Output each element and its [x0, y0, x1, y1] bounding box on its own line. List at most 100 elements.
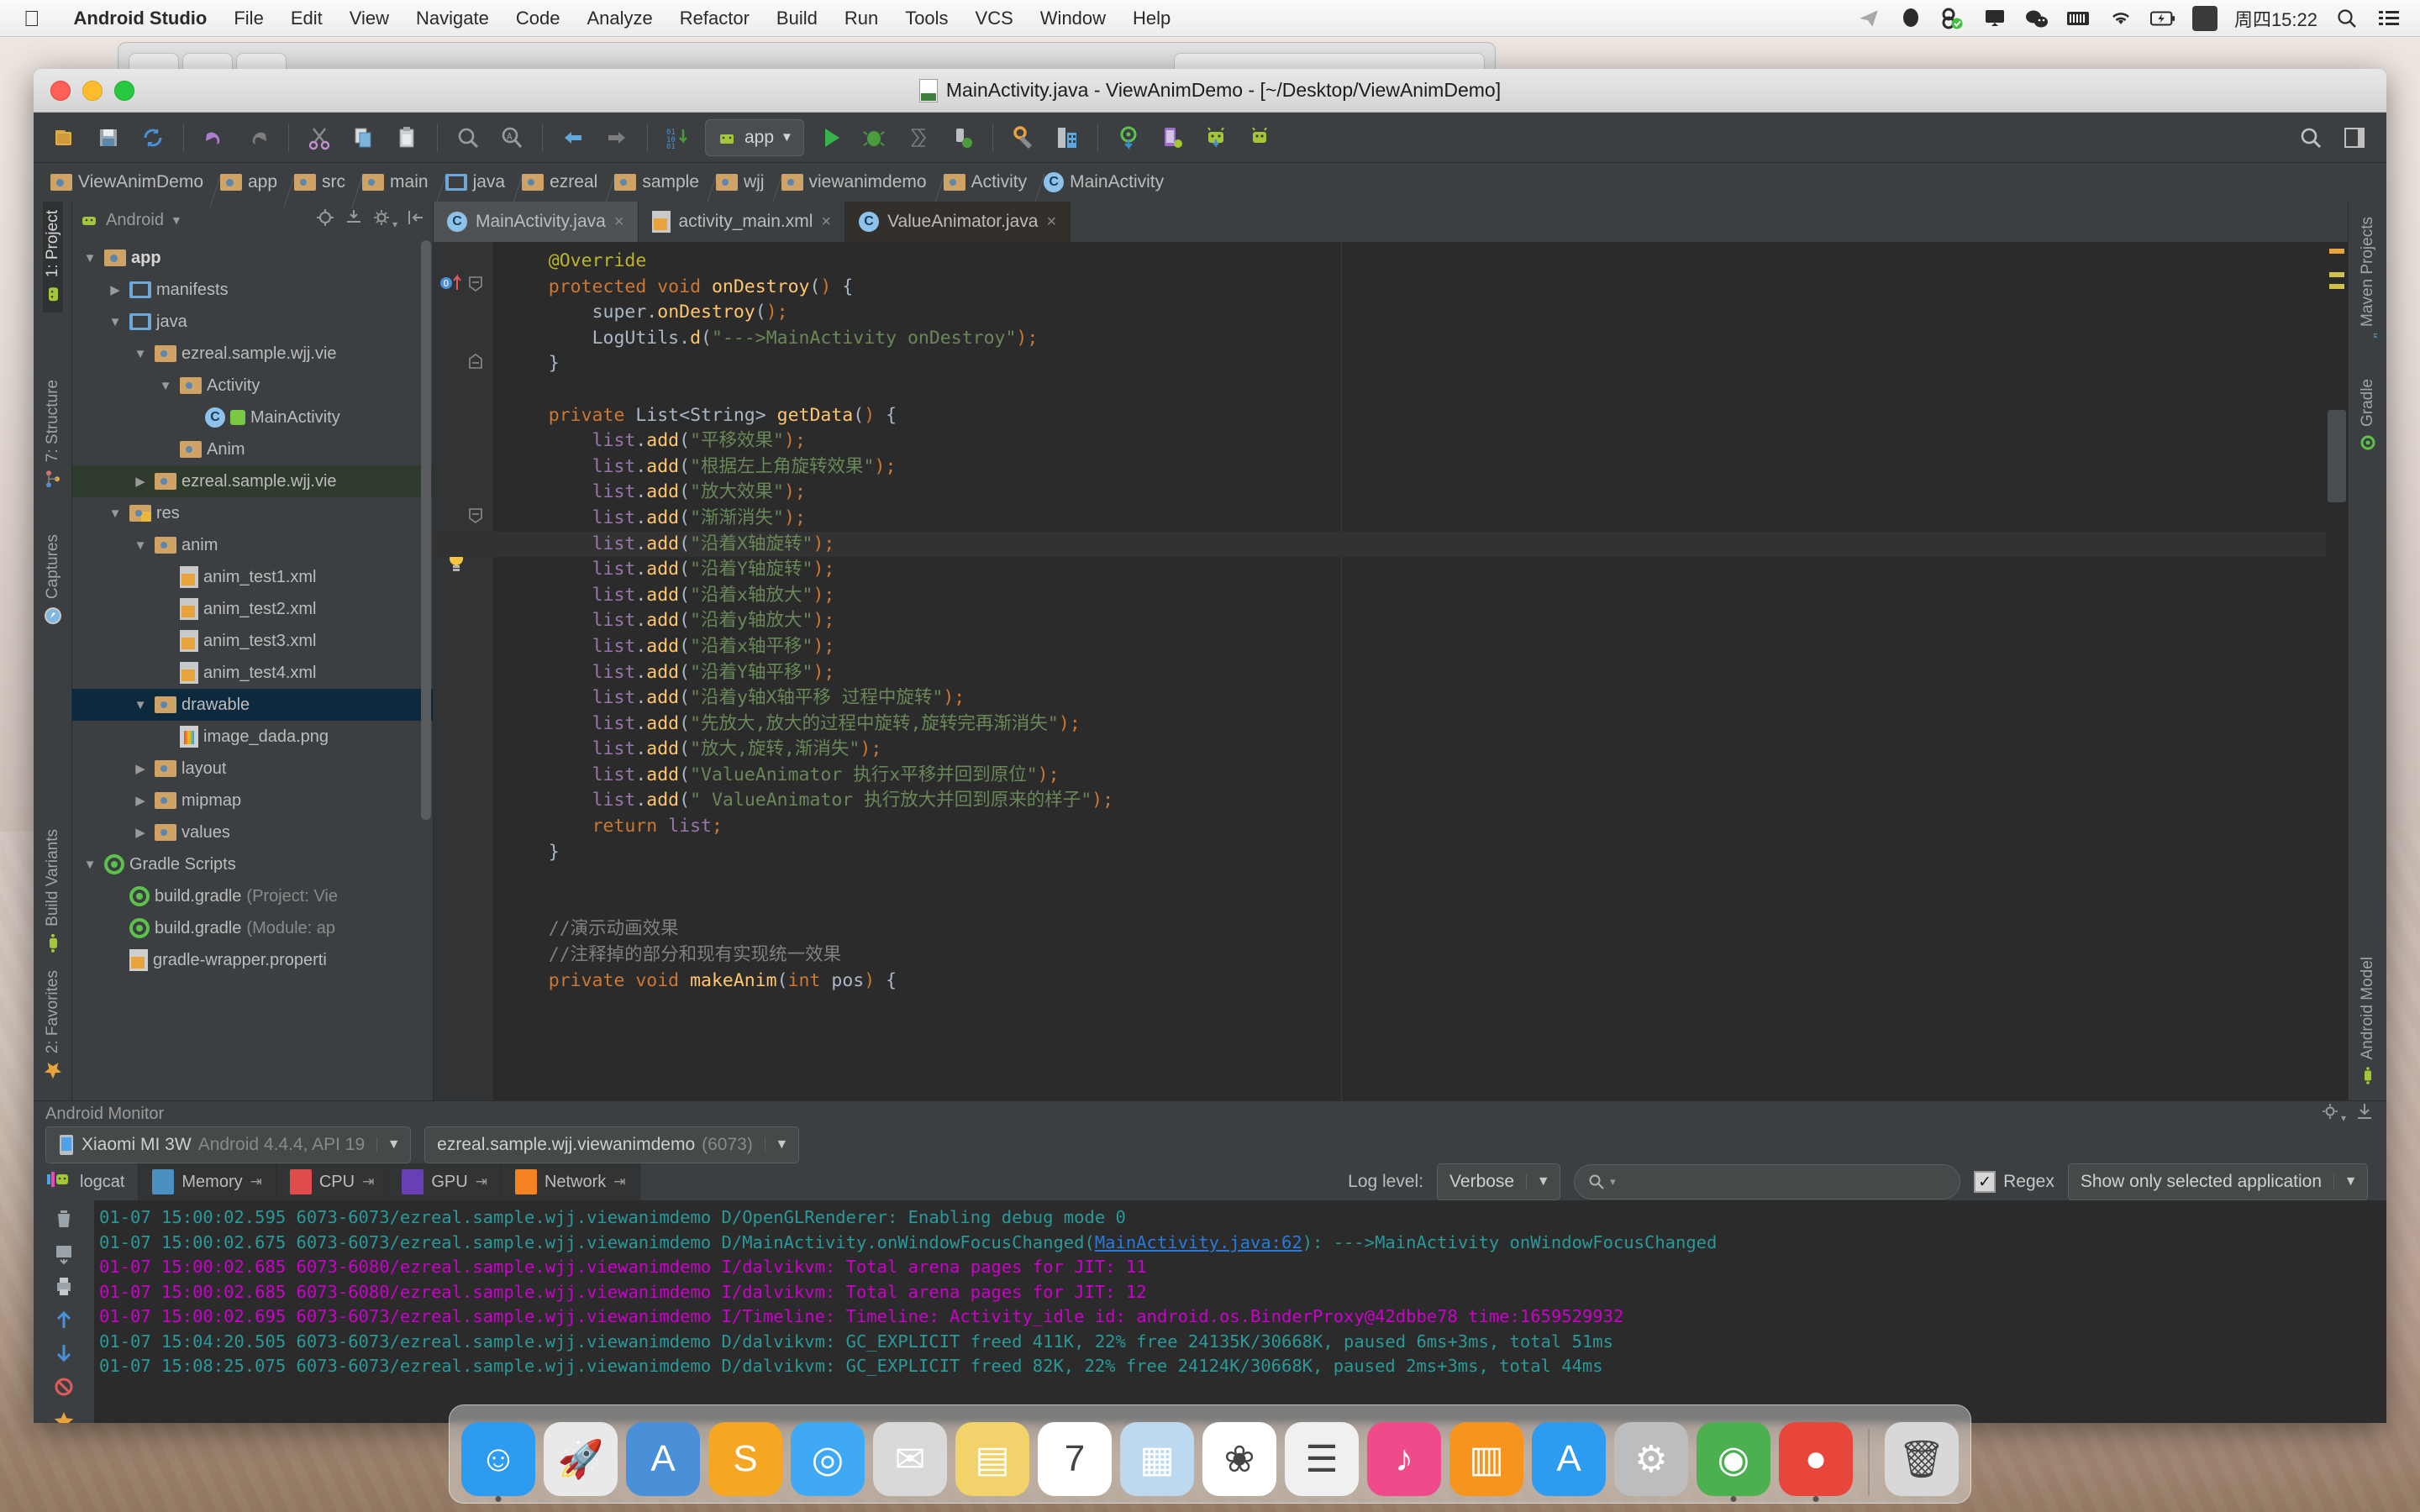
wifi-icon[interactable]	[2108, 6, 2133, 31]
attach-debugger-icon[interactable]	[944, 120, 980, 155]
log-line[interactable]: 01-07 15:00:02.695 6073-6073/ezreal.samp…	[99, 1305, 2365, 1330]
code-line[interactable]: return list;	[434, 814, 2348, 840]
code-line[interactable]: list.add("沿着x轴放大");	[434, 583, 2348, 609]
chevron-right-icon[interactable]: ▶	[131, 474, 150, 489]
tree-node[interactable]: ▼ Activity	[72, 370, 433, 402]
sidebar-item-build-variants[interactable]: Build Variants	[43, 821, 63, 962]
menu-item-view[interactable]: View	[336, 8, 402, 29]
code-line[interactable]: super.onDestroy();	[434, 300, 2348, 326]
up-arrow-icon[interactable]	[47, 1308, 81, 1331]
editor-scrollbar[interactable]	[2326, 242, 2348, 1100]
print-icon[interactable]	[47, 1274, 81, 1298]
code-line[interactable]: list.add(" ValueAnimator 执行放大并回到原来的样子");	[434, 788, 2348, 814]
tree-node[interactable]: anim_test2.xml	[72, 593, 433, 625]
menu-bar-clock[interactable]: 周四15:22	[2234, 5, 2317, 32]
apple-menu-icon[interactable]: 	[0, 8, 60, 29]
settings-gear-icon[interactable]: ▾	[2321, 1101, 2346, 1126]
locate-icon[interactable]	[315, 207, 335, 233]
sdk-manager-icon[interactable]	[1198, 120, 1234, 155]
tab-cpu[interactable]: CPU ⇥	[276, 1163, 389, 1200]
run-icon[interactable]	[813, 120, 849, 155]
breadcrumb-item-sample[interactable]: sample	[609, 172, 711, 192]
sidebar-item-structure[interactable]: 7: Structure	[43, 371, 63, 497]
input-method-icon[interactable]: 拼	[2191, 5, 2217, 31]
logcat-scrollbar[interactable]	[2365, 1200, 2386, 1423]
code-line[interactable]: list.add("放大,旋转,渐消失");	[434, 737, 2348, 763]
filter-selector[interactable]: Show only selected application ▼	[2067, 1163, 2368, 1200]
chevron-right-icon[interactable]: ▶	[131, 825, 150, 840]
menu-item-code[interactable]: Code	[502, 8, 574, 29]
search-everywhere-icon[interactable]	[2293, 120, 2328, 155]
star-icon[interactable]	[47, 1409, 81, 1423]
code-line[interactable]: list.add("沿着x轴平移");	[434, 634, 2348, 660]
tree-node[interactable]: Anim	[72, 433, 433, 465]
open-folder-icon[interactable]	[48, 120, 83, 155]
save-all-icon[interactable]	[92, 120, 127, 155]
clear-logcat-icon[interactable]	[47, 1207, 81, 1231]
preview-icon[interactable]: ▦	[1120, 1422, 1194, 1496]
forward-icon[interactable]	[599, 120, 634, 155]
tree-node[interactable]: anim_test4.xml	[72, 657, 433, 689]
chevron-right-icon[interactable]: ▶	[131, 793, 150, 808]
tree-node[interactable]: ▶ layout	[72, 753, 433, 785]
tab-mainactivity-java[interactable]: C MainActivity.java ×	[434, 202, 639, 242]
tree-node[interactable]: anim_test1.xml	[72, 561, 433, 593]
menu-item-run[interactable]: Run	[831, 8, 892, 29]
chevron-down-icon[interactable]: ▼	[131, 347, 150, 361]
menu-item-help[interactable]: Help	[1119, 8, 1184, 29]
qq-icon[interactable]: ●	[1779, 1422, 1853, 1502]
tree-node[interactable]: ▼ ezreal.sample.wjj.vie	[72, 338, 433, 370]
code-line[interactable]: //注释掉的部分和现有实现统一效果	[434, 942, 2348, 969]
project-structure-icon[interactable]	[1050, 120, 1085, 155]
project-tree[interactable]: ▼ app ▶ manifests ▼ java ▼ ezreal.sample.wjj.vi…	[72, 239, 433, 1100]
tree-node[interactable]: ▼ anim	[72, 529, 433, 561]
checkbox-icon[interactable]: ✓	[1974, 1171, 1996, 1193]
menu-item-edit[interactable]: Edit	[277, 8, 336, 29]
menu-item-navigate[interactable]: Navigate	[402, 8, 502, 29]
code-line[interactable]: }	[434, 351, 2348, 377]
sync-icon[interactable]	[135, 120, 171, 155]
code-line[interactable]	[434, 865, 2348, 891]
breadcrumb-item-viewanimdemo-pkg[interactable]: viewanimdemo	[776, 172, 939, 192]
close-tab-icon[interactable]: ×	[1046, 213, 1056, 232]
log-line[interactable]: 01-07 15:04:20.505 6073-6073/ezreal.samp…	[99, 1330, 2365, 1355]
sidebar-item-android-model[interactable]: Android Model	[2359, 948, 2377, 1094]
safari-icon[interactable]: ◎	[791, 1422, 865, 1496]
android-device-monitor-icon[interactable]	[1242, 120, 1277, 155]
qq-penguin-icon[interactable]	[1898, 6, 1923, 31]
menu-item-refactor[interactable]: Refactor	[666, 8, 763, 29]
shadowsocks-icon[interactable]	[1940, 6, 1965, 31]
tab-gpu[interactable]: GPU ⇥	[388, 1163, 502, 1200]
chevron-down-icon[interactable]: ▼	[81, 858, 99, 872]
scroll-to-end-icon[interactable]	[47, 1241, 81, 1264]
chevron-down-icon[interactable]: ▼	[156, 379, 175, 393]
sogou-input-icon[interactable]: S	[708, 1422, 782, 1496]
run-configuration-selector[interactable]: app ▼	[705, 118, 804, 156]
tree-node[interactable]: ▶ manifests	[72, 274, 433, 306]
search-icon[interactable]	[2334, 6, 2360, 31]
find-icon[interactable]	[450, 120, 486, 155]
finder-icon[interactable]: ☺	[461, 1422, 535, 1502]
tree-node[interactable]: image_dada.png	[72, 721, 433, 753]
chevron-down-icon[interactable]: ▼	[171, 213, 182, 227]
ibooks-icon[interactable]: ▥	[1449, 1422, 1523, 1496]
code-line[interactable]: list.add("放大效果");	[434, 480, 2348, 506]
log-line[interactable]: 01-07 15:00:02.685 6073-6080/ezreal.samp…	[99, 1255, 2365, 1280]
notes-icon[interactable]: ▤	[955, 1422, 1029, 1496]
chevron-right-icon[interactable]: ▶	[131, 761, 150, 776]
collapse-all-icon[interactable]	[344, 207, 364, 233]
tab-network[interactable]: Network ⇥	[501, 1163, 640, 1200]
back-icon[interactable]	[555, 120, 591, 155]
tab-logcat[interactable]: logcat	[34, 1163, 139, 1200]
airplay-icon[interactable]	[1982, 6, 2007, 31]
chevron-down-icon[interactable]: ▼	[764, 1137, 798, 1152]
tree-node[interactable]: ▼ app	[72, 242, 433, 274]
tree-node[interactable]: ▶ ezreal.sample.wjj.vie	[72, 465, 433, 497]
tree-node[interactable]: ▼ drawable	[72, 689, 433, 721]
tab-activity-main-xml[interactable]: activity_main.xml ×	[639, 202, 846, 242]
replace-icon[interactable]: A	[494, 120, 529, 155]
code-line[interactable]: protected void onDestroy() {	[434, 275, 2348, 301]
chevron-down-icon[interactable]: ▼	[106, 507, 124, 521]
breadcrumb-item-java[interactable]: java	[440, 172, 518, 192]
close-tab-icon[interactable]: ×	[821, 213, 831, 232]
